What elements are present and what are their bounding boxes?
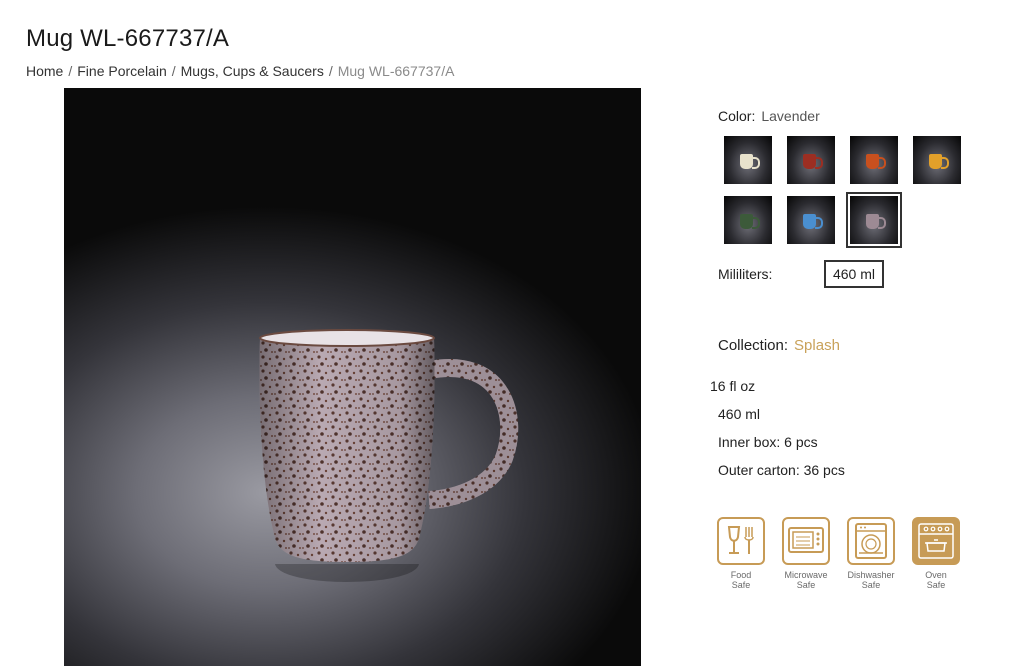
badge-food-safe: Food Safe: [716, 517, 766, 590]
badge-dishwasher-safe: Dishwasher Safe: [846, 517, 896, 590]
mug-photo: [259, 329, 519, 582]
badge-microwave-safe: Microwave Safe: [781, 517, 831, 590]
breadcrumb-mugs-cups-saucers[interactable]: Mugs, Cups & Saucers: [181, 63, 324, 79]
microwave-safe-icon: [782, 517, 830, 565]
breadcrumb-fine-porcelain[interactable]: Fine Porcelain: [77, 63, 167, 79]
swatch-yellow[interactable]: [913, 136, 961, 184]
collection-link[interactable]: Splash: [794, 337, 840, 354]
swatch-cream[interactable]: [724, 136, 772, 184]
badge-dishwasher-safe-caption: Dishwasher Safe: [847, 570, 895, 590]
breadcrumb: Home / Fine Porcelain / Mugs, Cups & Saucers…: [26, 63, 455, 79]
spec-ml: 460 ml: [718, 406, 761, 422]
dishwasher-safe-icon: [847, 517, 895, 565]
color-label: Color:: [718, 108, 756, 124]
color-selector: Color: Lavender: [718, 108, 820, 124]
spec-outer-carton: Outer carton: 36 pcs: [718, 462, 845, 478]
swatch-green[interactable]: [724, 196, 772, 244]
breadcrumb-current: Mug WL-667737/A: [337, 63, 455, 79]
product-image[interactable]: [64, 88, 641, 666]
oven-safe-icon: [912, 517, 960, 565]
badge-oven-safe: Oven Safe: [911, 517, 961, 590]
badge-oven-safe-caption: Oven Safe: [925, 570, 947, 590]
badge-microwave-safe-caption: Microwave Safe: [784, 570, 828, 590]
collection-label: Collection:: [718, 337, 789, 354]
spec-inner-box: Inner box: 6 pcs: [718, 434, 818, 450]
spec-fl-oz: 16 fl oz: [710, 378, 756, 394]
swatch-blue[interactable]: [787, 196, 835, 244]
collection-row: Collection: Splash: [718, 337, 840, 354]
color-value: Lavender: [761, 108, 820, 124]
volume-label: Mililiters:: [718, 266, 773, 282]
page-title: Mug WL-667737/A: [26, 25, 230, 52]
badge-food-safe-caption: Food Safe: [730, 570, 752, 590]
swatch-red[interactable]: [787, 136, 835, 184]
breadcrumb-home[interactable]: Home: [26, 63, 63, 79]
volume-option-460[interactable]: 460 ml: [824, 260, 884, 288]
swatch-orange[interactable]: [850, 136, 898, 184]
food-safe-icon: [717, 517, 765, 565]
swatch-lavender[interactable]: [846, 192, 902, 248]
